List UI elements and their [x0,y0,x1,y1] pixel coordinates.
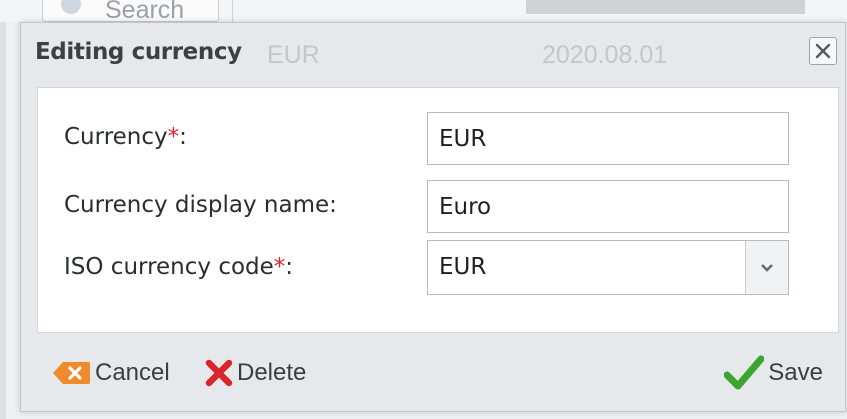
cancel-button[interactable]: Cancel [51,353,170,393]
iso-code-row: ISO currency code*: EUR [38,240,838,296]
chevron-down-icon [761,263,773,272]
currency-input[interactable] [427,112,789,165]
iso-code-select[interactable]: EUR [427,240,789,295]
iso-code-label: ISO currency code*: [64,254,294,280]
currency-row: Currency*: [38,110,838,166]
background-grid-cell [526,0,805,14]
checkmark-icon [724,355,765,390]
background-divider [232,0,233,22]
dialog-footer: Cancel Delete Save [21,341,845,411]
cancel-label: Cancel [95,359,170,386]
background-row-code: EUR [267,41,320,69]
dialog-form: Currency*: Currency display name: ISO cu… [37,87,839,333]
delete-icon [205,359,233,387]
currency-label: Currency*: [64,124,187,150]
required-marker: * [167,124,180,150]
cancel-icon [53,362,90,384]
background-search-box: Search [42,0,219,22]
search-icon [61,0,81,14]
delete-label: Delete [237,359,307,386]
save-button[interactable]: Save [724,353,823,393]
background-row-date: 2020.08.01 [542,41,668,69]
edit-currency-dialog: Editing currency EUR 2020.08.01 Currency… [20,22,846,412]
dialog-titlebar: Editing currency EUR 2020.08.01 [21,23,845,87]
save-label: Save [768,359,823,386]
display-name-row: Currency display name: [38,178,838,234]
display-name-label: Currency display name: [64,192,337,218]
dialog-title: Editing currency [35,39,242,65]
dropdown-toggle[interactable] [745,241,788,294]
iso-code-value: EUR [439,254,487,280]
close-icon [815,43,831,59]
background-search-placeholder: Search [105,0,185,22]
close-button[interactable] [809,37,837,65]
delete-button[interactable]: Delete [205,353,306,393]
background-toolbar: Search [0,0,847,22]
display-name-input[interactable] [427,180,789,233]
background-panel-edge [0,0,6,419]
required-marker: * [273,254,286,280]
